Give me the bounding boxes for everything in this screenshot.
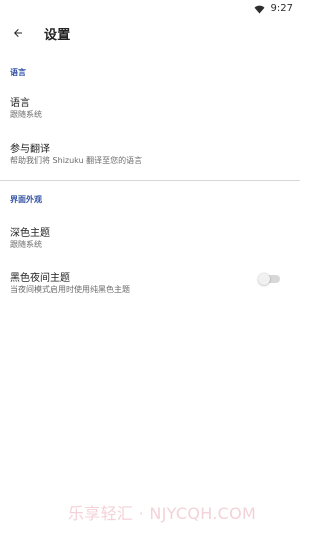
toolbar: 设置 <box>0 18 300 48</box>
section-divider <box>0 180 300 181</box>
setting-item-title: 深色主题 <box>10 228 50 239</box>
status-icons: 9:27 <box>254 3 293 15</box>
status-bar: 9:27 <box>0 0 300 18</box>
setting-item-black-night-theme[interactable]: 黑色夜间主题 当夜间模式启用时使用纯黑色主题 <box>0 266 300 302</box>
watermark-text: 乐享轻汇 · NJYCQH.COM <box>68 504 257 523</box>
setting-item-title: 黑色夜间主题 <box>10 273 70 284</box>
setting-item-title: 语言 <box>10 98 30 109</box>
back-button[interactable] <box>9 24 27 42</box>
setting-item-subtitle: 当夜间模式启用时使用纯黑色主题 <box>10 285 130 294</box>
section-header-language: 语言 <box>10 68 26 77</box>
setting-item-dark-theme[interactable]: 深色主题 跟随系统 <box>0 221 300 257</box>
setting-item-language[interactable]: 语言 跟随系统 <box>0 91 300 127</box>
setting-item-translation[interactable]: 参与翻译 帮助我们将 Shizuku 翻译至您的语言 <box>0 137 300 173</box>
setting-item-subtitle: 帮助我们将 Shizuku 翻译至您的语言 <box>10 156 143 165</box>
setting-item-subtitle: 跟随系统 <box>10 240 42 249</box>
toggle-thumb <box>258 273 270 285</box>
arrow-left-icon <box>14 29 22 37</box>
section-header-appearance: 界面外观 <box>10 195 42 204</box>
status-time: 9:27 <box>270 3 293 14</box>
page-title: 设置 <box>44 27 71 43</box>
setting-item-title: 参与翻译 <box>10 144 50 155</box>
setting-item-subtitle: 跟随系统 <box>10 110 42 119</box>
wifi-icon <box>254 5 265 14</box>
black-night-theme-toggle[interactable] <box>258 273 282 285</box>
